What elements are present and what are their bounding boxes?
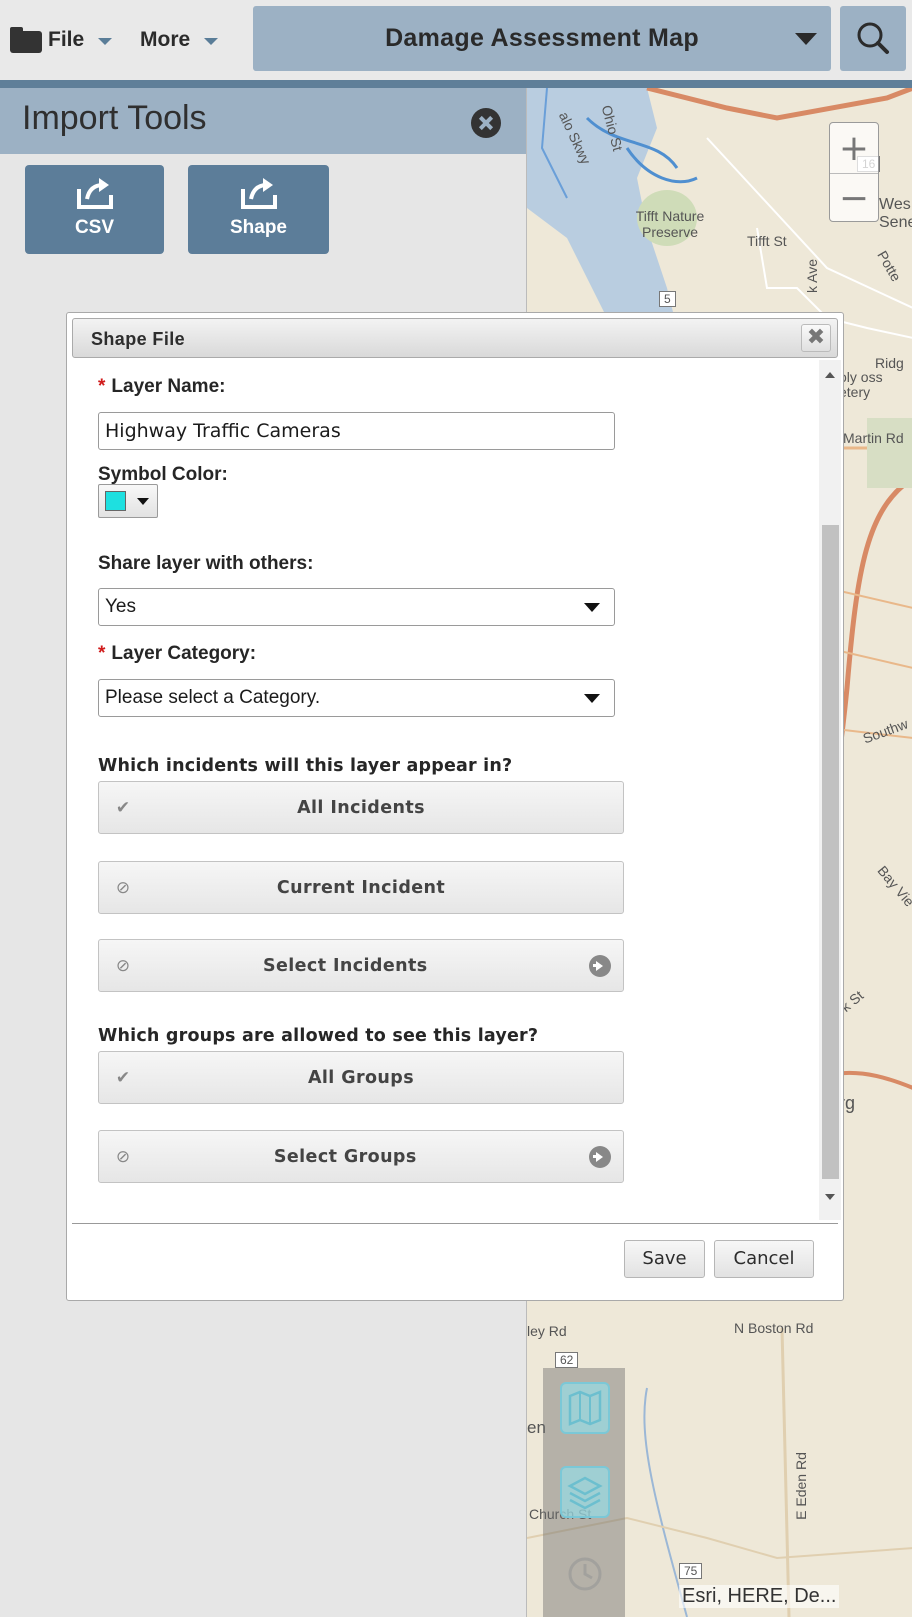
arrow-right-icon (589, 1146, 611, 1168)
scrollbar-thumb[interactable] (822, 525, 839, 1179)
search-icon (857, 22, 889, 54)
save-button[interactable]: Save (624, 1240, 705, 1278)
color-swatch (105, 491, 126, 511)
current-incident-label: Current Incident (276, 878, 446, 898)
map-label: k Ave (804, 259, 820, 293)
zoom-control: + − (829, 122, 879, 222)
import-csv-button[interactable]: CSV (25, 165, 164, 254)
map-label: N Boston Rd (734, 1320, 814, 1336)
route-shield: 75 (679, 1563, 703, 1579)
select-incidents-label: Select Incidents (262, 956, 428, 976)
map-title: Damage Assessment Map (385, 24, 699, 52)
more-menu-button[interactable]: More (140, 20, 219, 60)
caret-down-icon (584, 694, 600, 703)
close-icon[interactable] (471, 108, 501, 138)
map-label: E Eden Rd (792, 1452, 809, 1520)
layer-category-value: Please select a Category. (105, 687, 321, 708)
caret-down-icon (584, 603, 600, 612)
zoom-out-button[interactable]: − (830, 173, 878, 223)
zoom-in-button[interactable]: + (830, 123, 878, 173)
layer-name-input[interactable]: Highway Traffic Cameras (98, 412, 615, 450)
symbol-color-label: Symbol Color: (98, 464, 228, 485)
panel-title: Import Tools (22, 99, 207, 137)
scroll-up-icon[interactable] (825, 372, 835, 378)
map-label: Wes Sene (879, 196, 912, 231)
chevron-down-icon (98, 37, 113, 45)
import-tools-header: Import Tools (0, 88, 526, 154)
more-menu-label: More (140, 28, 191, 51)
import-icon (76, 178, 113, 209)
current-incident-button[interactable]: ⊘ Current Incident (98, 861, 624, 914)
arrow-right-icon (589, 955, 611, 977)
share-layer-value: Yes (105, 596, 136, 617)
top-bar: File More Damage Assessment Map (0, 0, 912, 82)
map-attribution: Esri, HERE, De... (679, 1585, 840, 1608)
dialog-footer-divider (72, 1223, 838, 1224)
map-selector[interactable]: Damage Assessment Map (253, 6, 831, 71)
select-groups-label: Select Groups (273, 1147, 417, 1167)
route-shield: 62 (555, 1352, 579, 1368)
import-csv-label: CSV (74, 217, 115, 238)
layer-category-label: * Layer Category: (98, 643, 257, 664)
dialog-scrollbar[interactable] (819, 360, 841, 1220)
share-layer-select[interactable]: Yes (98, 588, 615, 626)
dialog-form: * Layer Name: Highway Traffic Cameras Sym… (67, 360, 843, 1220)
scroll-down-icon[interactable] (825, 1194, 835, 1200)
symbol-color-picker[interactable] (98, 484, 158, 518)
share-layer-label: Share layer with others: (98, 553, 314, 574)
layers-button[interactable] (560, 1466, 610, 1518)
map-tool-stack (543, 1368, 625, 1617)
all-incidents-button[interactable]: ✔ All Incidents (98, 781, 624, 834)
layer-category-select[interactable]: Please select a Category. (98, 679, 615, 717)
dialog-header: Shape File ✖ (72, 318, 838, 358)
measure-button[interactable] (560, 1548, 610, 1600)
layer-name-label: * Layer Name: (98, 376, 226, 397)
map-label: Tifft Nature Preserve (635, 208, 705, 240)
map-label: ley Rd (527, 1323, 567, 1339)
file-menu-button[interactable]: File (10, 20, 113, 60)
dialog-title: Shape File (91, 329, 186, 349)
map-label: Tifft St (747, 233, 787, 249)
import-shape-button[interactable]: Shape (188, 165, 329, 254)
basemap-button[interactable] (560, 1382, 610, 1434)
topbar-divider (0, 80, 912, 88)
all-incidents-label: All Incidents (297, 798, 425, 818)
route-shield: 5 (659, 291, 676, 307)
caret-down-icon (795, 33, 817, 45)
groups-question: Which groups are allowed to see this lay… (98, 1026, 539, 1046)
required-asterisk: * (98, 643, 106, 664)
layers-icon (567, 1476, 603, 1510)
map-label: Martin Rd (843, 430, 904, 446)
file-menu-label: File (48, 28, 85, 51)
select-incidents-button[interactable]: ⊘ Select Incidents (98, 939, 624, 992)
map-icon (568, 1390, 602, 1426)
cancel-button[interactable]: Cancel (714, 1240, 814, 1278)
folder-icon (10, 27, 42, 53)
incidents-question: Which incidents will this layer appear i… (98, 756, 513, 776)
shape-file-dialog: Shape File ✖ * Layer Name: Highway Traffi… (66, 312, 844, 1301)
select-groups-button[interactable]: ⊘ Select Groups (98, 1130, 624, 1183)
import-shape-label: Shape (229, 217, 288, 238)
clock-icon (568, 1557, 602, 1591)
import-icon (240, 178, 277, 209)
required-asterisk: * (98, 376, 106, 397)
all-groups-label: All Groups (307, 1068, 415, 1088)
map-label: oly oss etery (839, 369, 883, 400)
chevron-down-icon (204, 37, 219, 45)
all-groups-button[interactable]: ✔ All Groups (98, 1051, 624, 1104)
close-icon[interactable]: ✖ (801, 324, 831, 352)
search-button[interactable] (840, 6, 906, 71)
caret-down-icon (137, 498, 149, 505)
